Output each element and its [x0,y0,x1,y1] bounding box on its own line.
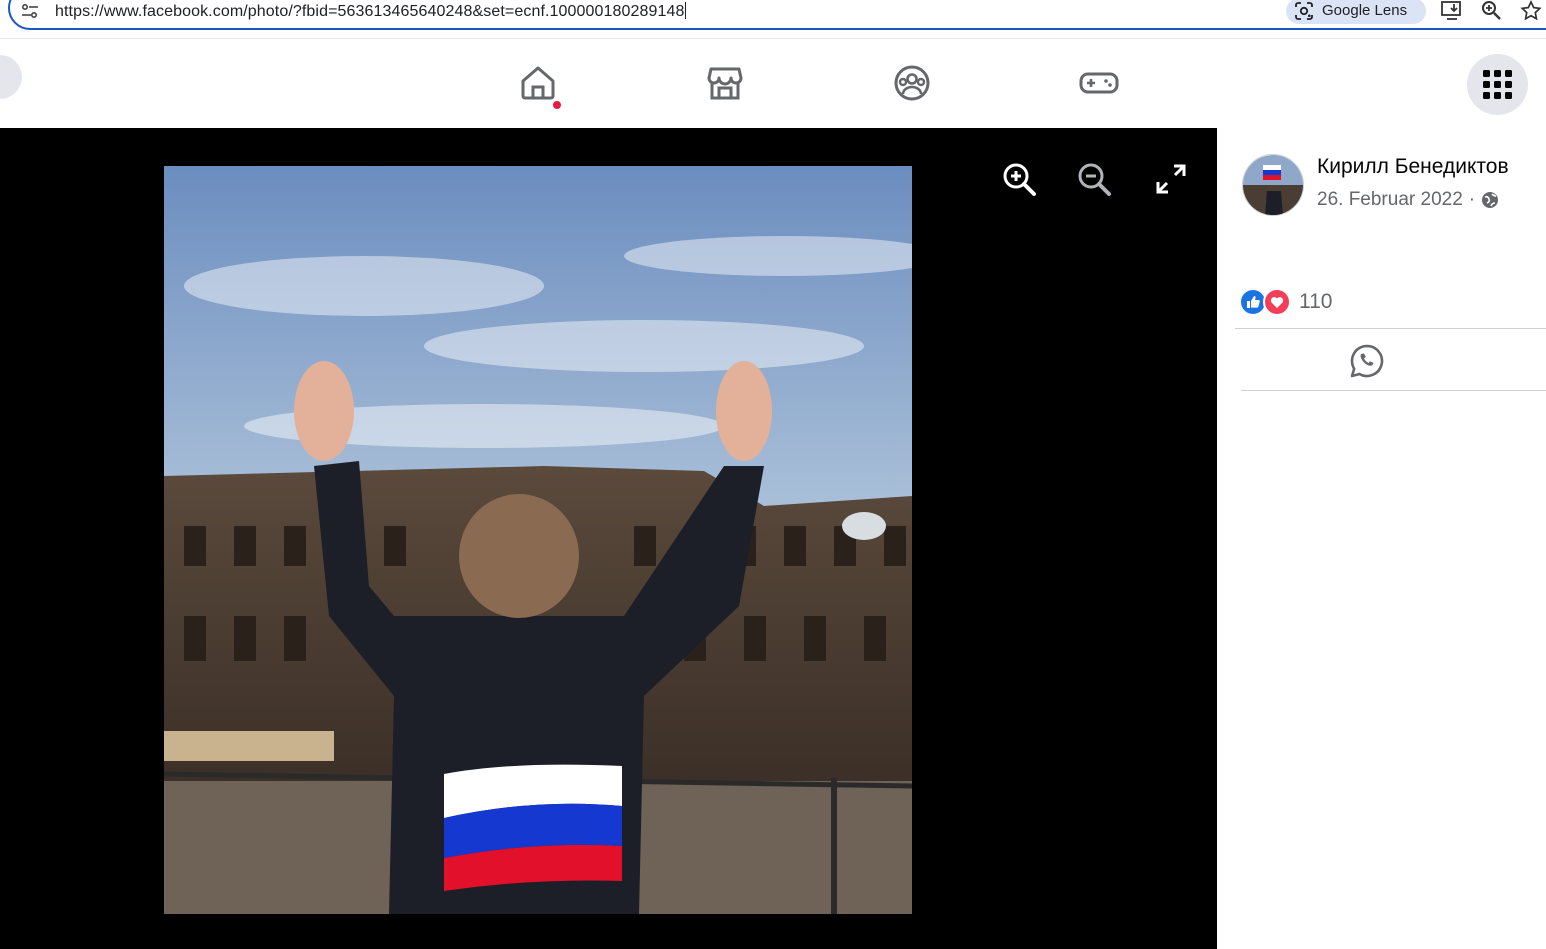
marketplace-icon[interactable] [705,63,745,103]
zoom-out-icon[interactable] [1075,160,1113,198]
zoom-page-icon[interactable] [1481,0,1503,22]
home-icon[interactable] [518,63,558,103]
menu-grid-icon [1483,70,1512,99]
zoom-in-icon[interactable] [1000,160,1038,198]
browser-address-bar: https://www.facebook.com/photo/?fbid=563… [0,0,1546,38]
fullscreen-icon[interactable] [1152,160,1190,198]
whatsapp-icon[interactable] [1349,343,1385,379]
photo-viewer [0,128,1217,949]
post-meta: 26. Februar 2022 · [1317,189,1499,211]
groups-icon[interactable] [892,63,932,103]
post-date[interactable]: 26. Februar 2022 [1317,189,1463,211]
site-settings-icon[interactable] [20,3,40,19]
divider [1235,328,1546,329]
avatar-image [1243,155,1303,215]
reactions-summary[interactable]: 110 [1239,287,1332,317]
google-lens-button[interactable]: Google Lens [1286,0,1426,24]
url-text[interactable]: https://www.facebook.com/photo/?fbid=563… [55,2,686,21]
reaction-count: 110 [1299,290,1333,313]
facebook-top-nav [0,38,1546,128]
post-photo [164,166,912,914]
camera-lens-icon [1295,2,1313,20]
divider [1241,390,1546,391]
post-side-panel: Кирилл Бенедиктов 26. Februar 2022 · 110 [1217,128,1546,949]
google-lens-label: Google Lens [1322,2,1408,19]
gaming-icon[interactable] [1079,63,1119,103]
menu-button[interactable] [1467,54,1528,115]
globe-icon [1482,192,1499,208]
author-name[interactable]: Кирилл Бенедиктов [1317,155,1509,179]
back-button[interactable] [0,55,22,99]
meta-separator: · [1468,189,1476,210]
love-reaction-icon [1263,288,1291,316]
author-avatar[interactable] [1242,154,1304,216]
home-notification-dot [551,99,563,111]
bookmark-star-icon[interactable] [1520,0,1542,22]
install-app-icon[interactable] [1440,0,1464,22]
